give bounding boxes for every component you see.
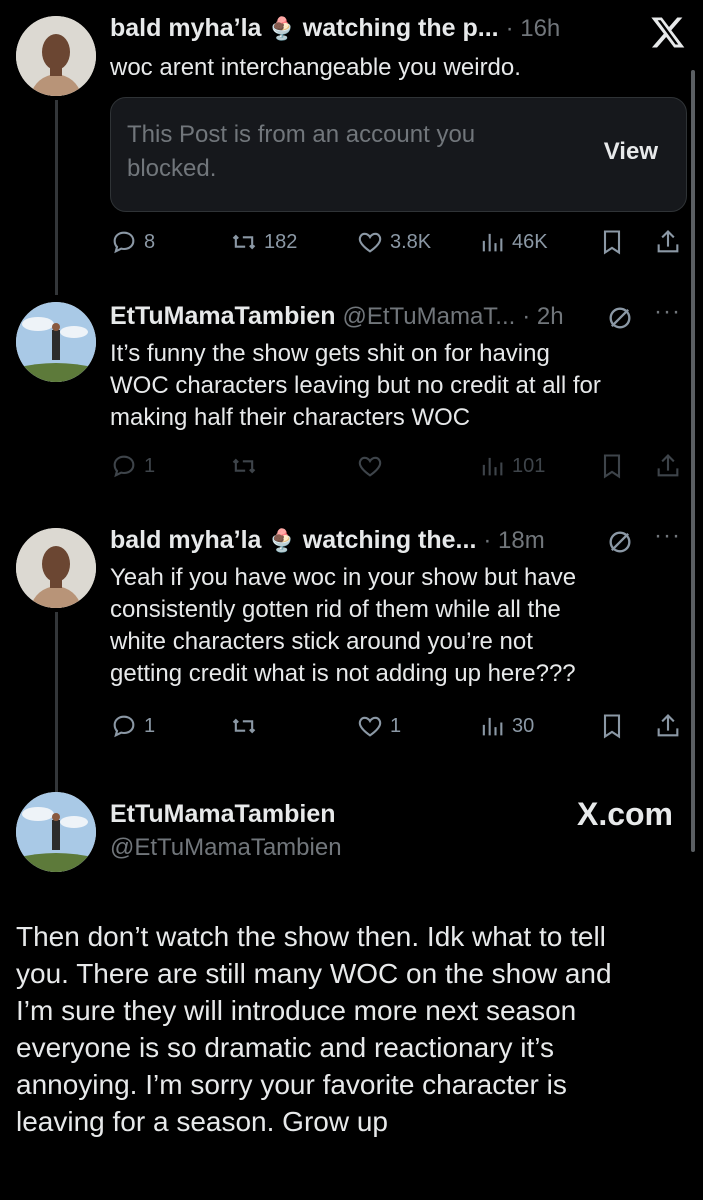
like-button[interactable]: 3.8K [356, 228, 431, 256]
bookmark-icon [603, 714, 621, 739]
more-icon[interactable]: ··· [654, 522, 681, 550]
scrollbar[interactable] [691, 70, 695, 852]
muted-icon [606, 528, 634, 561]
tweet-text: It’s funny the show gets shit on for hav… [110, 338, 601, 434]
views-count: 101 [512, 454, 546, 477]
tweet-text-line: WOC characters leaving but no credit at … [110, 372, 601, 399]
like-button[interactable] [356, 452, 384, 480]
post-text-line: annoying. I’m sorry your favorite charac… [16, 1069, 567, 1100]
reply-button[interactable]: 1 [110, 712, 155, 740]
reply-icon [113, 715, 135, 738]
blocked-notice-text: This Post is from an account you blocked… [127, 118, 475, 186]
thread-line [55, 100, 58, 295]
avatar[interactable] [16, 528, 96, 608]
like-count: 1 [390, 714, 402, 737]
blocked-notice-line: blocked. [127, 155, 217, 182]
share-icon [657, 230, 679, 253]
display-name-suffix: watching the p... [302, 14, 499, 42]
like-count: 3.8K [390, 230, 432, 253]
repost-button[interactable] [230, 452, 258, 480]
display-name-suffix: watching the... [302, 526, 477, 554]
heart-icon [358, 456, 382, 477]
share-icon [657, 454, 679, 477]
thread-line [55, 612, 58, 792]
bookmark-icon [603, 230, 621, 255]
tweet-text-line: getting credit what is not adding up her… [110, 660, 576, 687]
repost-icon [232, 458, 256, 474]
avatar[interactable] [16, 792, 96, 872]
bookmark-icon [603, 454, 621, 479]
tweet-time[interactable]: · 16h [506, 15, 561, 42]
repost-icon [232, 234, 256, 250]
repost-icon [232, 718, 256, 734]
views-chart-icon [482, 717, 503, 736]
handle[interactable]: @EtTuMamaTambien [110, 834, 342, 862]
ice-cream-emoji-icon: 🍨 [268, 528, 296, 553]
post-text-line: I’m sure they will introduce more next s… [16, 995, 577, 1026]
blocked-notice-line: This Post is from an account you [127, 121, 476, 148]
display-name[interactable]: bald myha’la [110, 526, 261, 554]
display-name[interactable]: EtTuMamaTambien [110, 302, 336, 330]
heart-icon [358, 716, 382, 737]
tweet-text-line: making half their characters WOC [110, 404, 471, 431]
views-button[interactable]: 101 [478, 452, 545, 480]
handle[interactable]: @EtTuMamaT... [342, 303, 515, 330]
reply-button[interactable]: 1 [110, 452, 155, 480]
post-text-line: everyone is so dramatic and reactionary … [16, 1032, 554, 1063]
views-button[interactable]: 46K [478, 228, 548, 256]
avatar[interactable] [16, 16, 96, 96]
tweet-text-line: consistently gotten rid of them while al… [110, 596, 561, 623]
tweet-time[interactable]: · 18m [483, 527, 544, 554]
display-name[interactable]: EtTuMamaTambien [110, 800, 336, 829]
like-button[interactable]: 1 [356, 712, 401, 740]
views-count: 46K [512, 230, 548, 253]
x-com-watermark: X.com [576, 796, 673, 832]
bookmark-button[interactable] [598, 712, 626, 740]
post-text-line: Then don’t watch the show then. Idk what… [16, 921, 606, 952]
views-button[interactable]: 30 [478, 712, 534, 740]
views-chart-icon [482, 233, 503, 252]
display-name[interactable]: bald myha’la [110, 14, 261, 42]
share-button[interactable] [654, 712, 682, 740]
repost-count: 182 [264, 230, 298, 253]
views-chart-icon [482, 457, 503, 476]
avatar[interactable] [16, 302, 96, 382]
repost-button[interactable] [230, 712, 258, 740]
muted-icon [606, 304, 634, 337]
reply-count: 1 [144, 714, 156, 737]
tweet-text: Yeah if you have woc in your show but ha… [110, 562, 576, 690]
close-x-icon[interactable] [650, 14, 686, 50]
view-button[interactable]: View [604, 138, 658, 166]
more-icon[interactable]: ··· [654, 298, 681, 326]
post-text-line: leaving for a season. Grow up [16, 1106, 388, 1137]
tweet-text: woc arent interchangeable you weirdo. [110, 54, 521, 81]
heart-icon [358, 232, 382, 253]
share-icon [657, 714, 679, 737]
share-button[interactable] [654, 228, 682, 256]
reply-count: 1 [144, 454, 156, 477]
repost-button[interactable]: 182 [230, 228, 297, 256]
blocked-post-notice: This Post is from an account you blocked… [110, 97, 687, 212]
tweet-text-line: white characters stick around you’re not [110, 628, 533, 655]
ice-cream-emoji-icon: 🍨 [268, 16, 296, 41]
reply-icon [113, 231, 135, 254]
reply-button[interactable]: 8 [110, 228, 155, 256]
reply-count: 8 [144, 230, 156, 253]
bookmark-button[interactable] [598, 452, 626, 480]
tweet-time[interactable]: · 2h [522, 303, 563, 330]
reply-icon [113, 455, 135, 478]
share-button[interactable] [654, 452, 682, 480]
post-text-line: you. There are still many WOC on the sho… [16, 958, 612, 989]
tweet-text-line: Yeah if you have woc in your show but ha… [110, 564, 577, 591]
views-count: 30 [512, 714, 535, 737]
post-text: Then don’t watch the show then. Idk what… [16, 918, 612, 1140]
bookmark-button[interactable] [598, 228, 626, 256]
tweet-text-line: It’s funny the show gets shit on for hav… [110, 340, 550, 367]
